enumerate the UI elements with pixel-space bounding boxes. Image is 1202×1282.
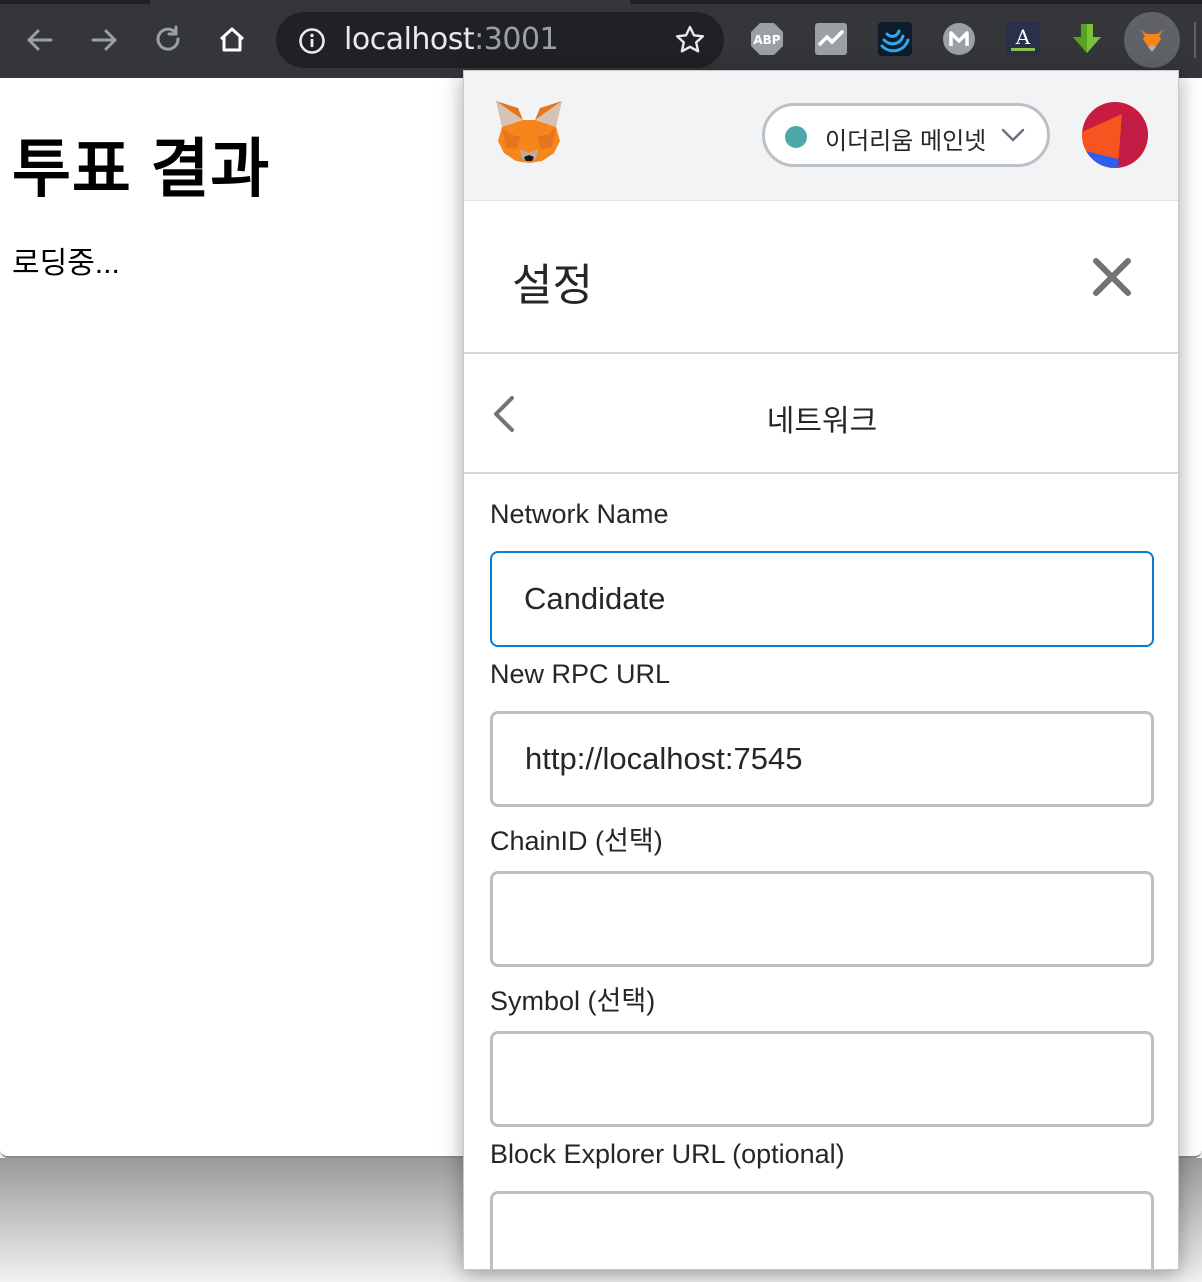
tab-strip-edge bbox=[630, 0, 1202, 4]
m-extension[interactable] bbox=[940, 20, 978, 58]
font-extension-icon: A bbox=[1006, 22, 1040, 56]
svg-text:ABP: ABP bbox=[753, 33, 780, 47]
symbol-input[interactable] bbox=[490, 1031, 1154, 1127]
chain-id-input[interactable] bbox=[490, 871, 1154, 967]
wave-extension[interactable] bbox=[876, 20, 914, 58]
arrow-right-icon bbox=[91, 29, 117, 51]
metamask-fox-icon bbox=[1140, 29, 1164, 52]
tab-strip-edge bbox=[0, 0, 150, 4]
network-label: 이더리움 메인넷 bbox=[825, 128, 987, 155]
arrow-left-icon bbox=[27, 29, 53, 51]
network-name-input[interactable] bbox=[490, 551, 1154, 647]
metamask-popup: 이더리움 메인넷 설정 네트워크 Network Name New RPC UR… bbox=[463, 70, 1179, 1270]
network-name-label: Network Name bbox=[490, 499, 669, 529]
rpc-url-label: New RPC URL bbox=[490, 659, 671, 689]
section-title: 네트워크 bbox=[766, 405, 878, 438]
settings-header: 설정 bbox=[464, 201, 1178, 354]
url-port: :3001 bbox=[474, 22, 559, 57]
download-arrow-icon bbox=[1073, 24, 1101, 53]
network-subheader: 네트워크 bbox=[464, 354, 1178, 474]
reload-icon bbox=[156, 25, 180, 51]
abp-extension[interactable]: ABP bbox=[748, 20, 786, 58]
svg-text:A: A bbox=[1015, 25, 1031, 49]
home-icon bbox=[219, 27, 245, 52]
forward-button[interactable] bbox=[82, 18, 126, 62]
page-title: 투표 결과 bbox=[12, 133, 271, 205]
block-explorer-input[interactable] bbox=[490, 1191, 1154, 1269]
network-dropdown[interactable]: 이더리움 메인넷 bbox=[762, 103, 1050, 167]
m-extension-icon bbox=[943, 23, 975, 55]
chevron-down-icon bbox=[1001, 128, 1025, 142]
url-text[interactable]: localhost:3001 bbox=[344, 22, 559, 57]
chart-extension-icon bbox=[815, 23, 847, 55]
browser-toolbar: localhost:3001 ABP A bbox=[0, 0, 1202, 78]
network-status-dot bbox=[785, 126, 807, 148]
metamask-extension-button[interactable] bbox=[1124, 12, 1180, 68]
close-icon[interactable] bbox=[1092, 257, 1132, 297]
address-bar[interactable]: localhost:3001 bbox=[276, 12, 724, 68]
metamask-logo-icon[interactable] bbox=[494, 99, 564, 165]
abp-icon: ABP bbox=[751, 23, 783, 55]
settings-title: 설정 bbox=[512, 261, 593, 310]
identicon-icon bbox=[1082, 102, 1148, 168]
wave-extension-icon bbox=[878, 22, 912, 56]
font-extension[interactable]: A bbox=[1004, 20, 1042, 58]
back-button[interactable] bbox=[18, 18, 62, 62]
bookmark-star-icon[interactable] bbox=[674, 24, 706, 56]
reload-button[interactable] bbox=[146, 18, 190, 62]
toolbar-separator bbox=[1194, 22, 1196, 58]
chart-extension[interactable] bbox=[812, 20, 850, 58]
loading-text: 로딩중... bbox=[12, 247, 120, 280]
rpc-url-input[interactable] bbox=[490, 711, 1154, 807]
info-icon[interactable] bbox=[298, 27, 326, 55]
symbol-label: Symbol (선택) bbox=[490, 986, 656, 1016]
url-host: localhost bbox=[344, 22, 475, 57]
chain-id-label: ChainID (선택) bbox=[490, 826, 663, 856]
account-avatar[interactable] bbox=[1082, 102, 1148, 168]
home-button[interactable] bbox=[210, 18, 254, 62]
block-explorer-label: Block Explorer URL (optional) bbox=[490, 1139, 845, 1169]
download-extension[interactable] bbox=[1068, 20, 1106, 58]
metamask-header: 이더리움 메인넷 bbox=[464, 71, 1178, 201]
